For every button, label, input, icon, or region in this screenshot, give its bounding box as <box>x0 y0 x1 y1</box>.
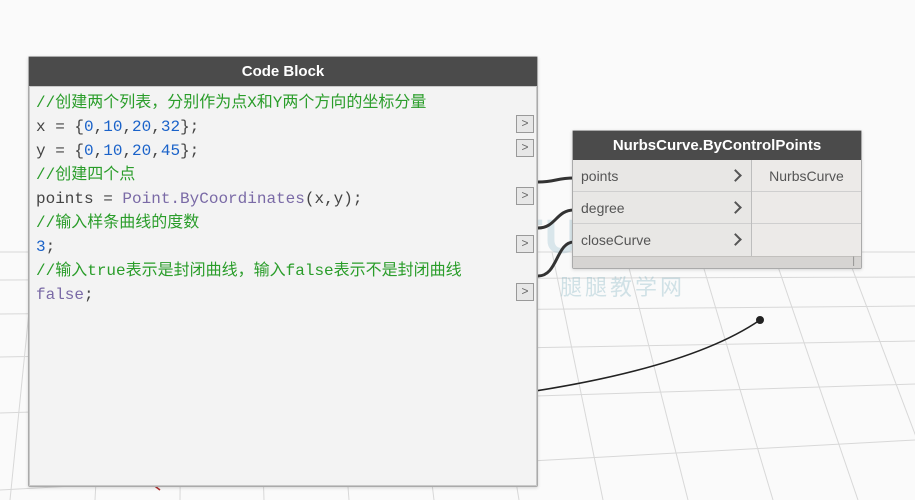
chevron-right-icon <box>729 169 743 183</box>
input-port-degree[interactable]: degree <box>573 192 751 224</box>
nurbscurve-node[interactable]: NurbsCurve.ByControlPoints points degree… <box>572 130 862 269</box>
code-block-header[interactable]: Code Block <box>29 57 537 86</box>
code-comment: //输入样条曲线的度数 <box>36 214 199 232</box>
code-block-body[interactable]: //创建两个列表，分别作为点X和Y两个方向的坐标分量x = {0,10,20,3… <box>29 86 537 486</box>
output-port-empty <box>752 224 861 256</box>
output-label: NurbsCurve <box>769 168 844 184</box>
output-port-y[interactable]: > <box>516 139 534 157</box>
code-comment: //创建四个点 <box>36 166 135 184</box>
output-port-degree[interactable]: > <box>516 235 534 253</box>
chevron-right-icon <box>729 201 743 215</box>
nurbscurve-header[interactable]: NurbsCurve.ByControlPoints <box>573 131 861 160</box>
input-label: closeCurve <box>581 232 729 248</box>
output-port-points[interactable]: > <box>516 187 534 205</box>
chevron-right-icon <box>729 233 743 247</box>
output-port-empty <box>752 192 861 224</box>
output-port-x[interactable]: > <box>516 115 534 133</box>
input-port-closecurve[interactable]: closeCurve <box>573 224 751 256</box>
input-label: points <box>581 168 729 184</box>
node-footer: | <box>573 256 861 268</box>
viewport[interactable]: TUITUISOFT 腿腿教学网 Code Block //创建两个列表，分别作… <box>0 0 915 500</box>
output-port-nurbscurve[interactable]: NurbsCurve <box>752 160 861 192</box>
output-port-close[interactable]: > <box>516 283 534 301</box>
code-block-node[interactable]: Code Block //创建两个列表，分别作为点X和Y两个方向的坐标分量x =… <box>28 56 538 487</box>
code-comment: //创建两个列表，分别作为点X和Y两个方向的坐标分量 <box>36 94 426 112</box>
input-label: degree <box>581 200 729 216</box>
input-port-points[interactable]: points <box>573 160 751 192</box>
